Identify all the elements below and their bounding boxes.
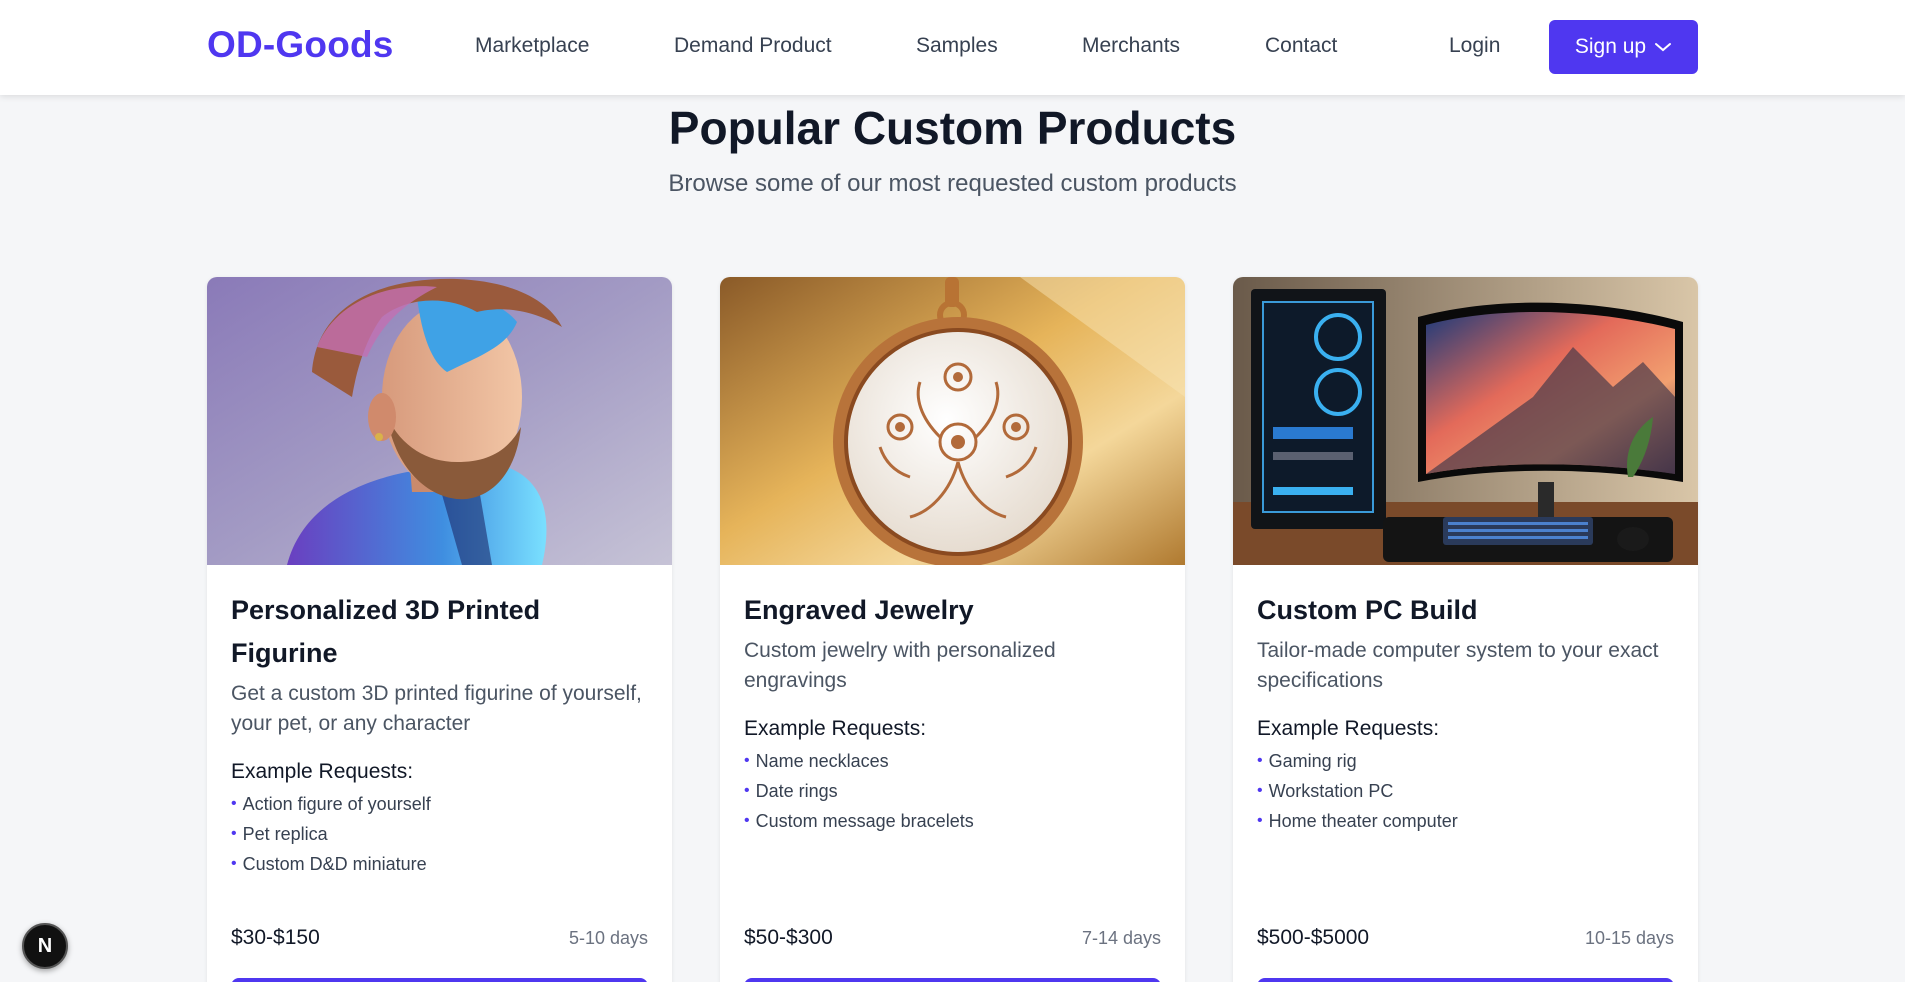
example-text: Date rings [755,781,838,801]
bullet-icon: • [1257,782,1263,799]
example-item: • Pet replica [231,819,651,849]
card-body: Personalized 3D Printed Figurine Get a c… [231,589,651,879]
product-title[interactable]: Custom PC Build [1257,589,1677,632]
product-action-button[interactable] [231,978,648,982]
bullet-icon: • [1257,812,1263,829]
bullet-icon: • [231,795,237,812]
product-image-jewelry [720,277,1185,565]
product-image-pc-build [1233,277,1698,565]
example-item: • Name necklaces [744,746,1164,776]
section-subtitle: Browse some of our most requested custom… [668,170,1237,197]
bullet-icon: • [231,825,237,842]
bullet-icon: • [744,752,750,769]
dev-tools-badge[interactable]: N [22,923,68,969]
nav-marketplace[interactable]: Marketplace [475,34,589,58]
examples-heading: Example Requests: [744,717,927,740]
card-body: Custom PC Build Tailor-made computer sys… [1257,589,1677,836]
product-action-button[interactable] [1257,978,1674,982]
nav-samples[interactable]: Samples [916,34,998,58]
product-image-figurine [207,277,672,565]
site-header: OD-Goods Marketplace Demand Product Samp… [0,0,1905,95]
signup-label: Sign up [1574,35,1647,58]
product-action-button[interactable] [744,978,1161,982]
examples-heading: Example Requests: [1257,717,1440,740]
example-text: Custom D&D miniature [242,854,427,874]
product-card-figurine[interactable]: Personalized 3D Printed Figurine Get a c… [207,277,672,982]
product-title[interactable]: Personalized 3D Printed Figurine [231,589,651,675]
product-price: $500-$5000 [1257,926,1370,949]
product-duration: 5-10 days [568,928,648,948]
login-link[interactable]: Login [1449,34,1500,58]
examples-heading: Example Requests: [231,760,414,783]
example-text: Workstation PC [1268,781,1394,801]
product-duration: 7-14 days [1081,928,1161,948]
product-price: $50-$300 [744,926,833,949]
bullet-icon: • [744,812,750,829]
example-item: • Date rings [744,776,1164,806]
examples-list: • Name necklaces • Date rings • Custom mess… [744,746,1164,836]
nav-contact[interactable]: Contact [1265,34,1337,58]
card-body: Engraved Jewelry Custom jewelry with per… [744,589,1164,836]
example-text: Home theater computer [1268,811,1458,831]
product-duration: 10-15 days [1584,928,1674,948]
example-text: Custom message bracelets [755,811,974,831]
product-price: $30-$150 [231,926,320,949]
example-item: • Custom D&D miniature [231,849,651,879]
chevron-down-icon [1655,43,1672,52]
product-card-pc-build[interactable]: Custom PC Build Tailor-made computer sys… [1233,277,1698,982]
example-item: • Workstation PC [1257,776,1677,806]
examples-list: • Gaming rig • Workstation PC • Home theate… [1257,746,1677,836]
product-title[interactable]: Engraved Jewelry [744,589,1164,632]
site-logo[interactable]: OD-Goods [207,24,394,66]
example-text: Pet replica [242,824,328,844]
product-card-jewelry[interactable]: Engraved Jewelry Custom jewelry with per… [720,277,1185,982]
example-text: Name necklaces [755,751,889,771]
bullet-icon: • [1257,752,1263,769]
example-item: • Action figure of yourself [231,789,651,819]
example-text: Gaming rig [1268,751,1357,771]
product-description: Tailor-made computer system to your exac… [1257,639,1659,692]
section-title: Popular Custom Products [668,102,1237,154]
bullet-icon: • [744,782,750,799]
nav-demand-product[interactable]: Demand Product [674,34,832,58]
product-description: Get a custom 3D printed figurine of your… [231,682,642,735]
example-item: • Gaming rig [1257,746,1677,776]
bullet-icon: • [231,855,237,872]
example-item: • Custom message bracelets [744,806,1164,836]
example-text: Action figure of yourself [242,794,431,814]
example-item: • Home theater computer [1257,806,1677,836]
nav-merchants[interactable]: Merchants [1082,34,1180,58]
signup-button[interactable]: Sign up [1549,20,1698,74]
product-description: Custom jewelry with personalized engravi… [744,639,1056,692]
examples-list: • Action figure of yourself • Pet replica … [231,789,651,879]
